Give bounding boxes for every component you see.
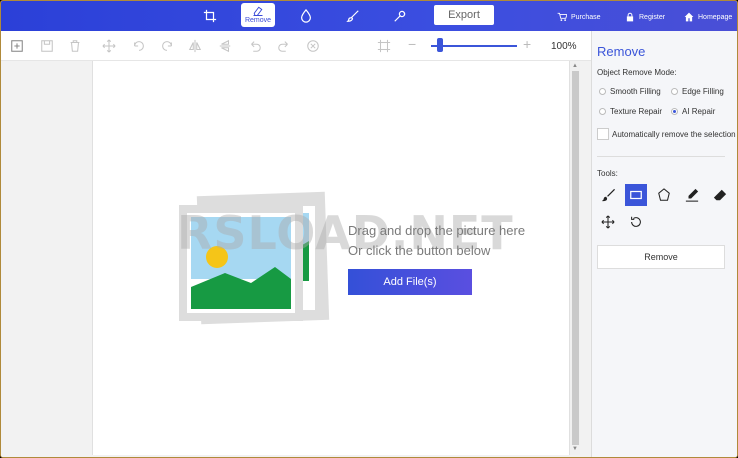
purchase-link[interactable]: Purchase (557, 10, 601, 24)
home-icon (684, 12, 694, 22)
scroll-up-arrow[interactable]: ▲ (571, 62, 579, 70)
rectangle-select-icon (630, 190, 642, 200)
brush-tool-button[interactable] (345, 4, 361, 28)
drop-instruction: Drag and drop the picture here (348, 223, 526, 238)
delete-button[interactable] (68, 39, 82, 53)
export-button[interactable]: Export (434, 5, 494, 25)
drop-sub-instruction: Or click the button below (348, 243, 491, 258)
wand-tool-button[interactable] (392, 4, 408, 28)
reset-selection-tool[interactable] (625, 211, 647, 233)
drop-icon (301, 9, 311, 23)
mode-texture-repair[interactable]: Texture Repair (599, 107, 662, 116)
undo-button[interactable] (248, 39, 262, 53)
eraser-icon (253, 6, 263, 16)
vertical-scrollbar-thumb[interactable] (572, 71, 579, 445)
brush-tool[interactable] (597, 184, 619, 206)
remove-tool-button[interactable]: Remove (241, 3, 275, 27)
tools-label: Tools: (597, 169, 618, 178)
zoom-level: 100% (551, 41, 577, 52)
mode-edge-filling[interactable]: Edge Filling (671, 87, 724, 96)
rotate-left-button[interactable] (132, 39, 146, 53)
add-image-button[interactable] (10, 39, 24, 53)
cart-icon (557, 12, 567, 21)
undo-icon (251, 41, 261, 52)
crop-tool-button[interactable] (201, 4, 219, 28)
remove-button[interactable]: Remove (597, 245, 725, 269)
top-bar: Remove Export Purchase Register Homepage (1, 1, 737, 31)
rotate-right-icon (162, 41, 172, 51)
flip-horizontal-button[interactable] (188, 39, 202, 53)
save-button[interactable] (40, 39, 54, 53)
remove-tool-label: Remove (244, 17, 272, 24)
radio-indicator (599, 88, 606, 95)
lock-icon (626, 12, 634, 22)
eraser-tool[interactable] (709, 184, 731, 206)
mode-ai-repair[interactable]: AI Repair (671, 107, 715, 116)
radio-indicator (671, 88, 678, 95)
move-button[interactable] (102, 39, 116, 53)
rotate-left-icon (134, 41, 144, 51)
flip-vertical-icon (219, 39, 231, 53)
zoom-slider-thumb[interactable] (436, 38, 443, 52)
trash-icon (70, 40, 80, 52)
fit-screen-button[interactable] (377, 39, 391, 53)
panel-divider (597, 156, 725, 157)
auto-remove-checkbox[interactable] (597, 128, 609, 140)
reset-icon (631, 216, 641, 227)
save-icon (41, 40, 53, 52)
brush-icon (346, 10, 359, 22)
radio-indicator (599, 108, 606, 115)
zoom-slider-track[interactable] (431, 45, 517, 47)
smart-brush-tool[interactable] (681, 184, 703, 206)
wrench-icon (394, 10, 406, 22)
redo-button[interactable] (277, 39, 291, 53)
homepage-link[interactable]: Homepage (684, 10, 732, 24)
polygon-lasso-icon (658, 188, 670, 201)
mode-label-texture: Texture Repair (610, 107, 663, 116)
move-icon (102, 39, 116, 53)
fit-screen-icon (377, 39, 391, 53)
register-label: Register (639, 13, 666, 21)
flip-vertical-button[interactable] (218, 39, 232, 53)
redo-icon (278, 41, 288, 52)
purchase-label: Purchase (571, 13, 601, 21)
add-files-button[interactable]: Add File(s) (348, 269, 472, 295)
eraser-icon (713, 189, 727, 201)
app-window: Remove Export Purchase Register Homepage (0, 0, 738, 458)
rectangle-tool[interactable] (625, 184, 647, 206)
close-circle-icon (307, 40, 319, 52)
move-icon (601, 215, 615, 229)
reset-button[interactable] (306, 39, 320, 53)
crop-icon (203, 9, 217, 23)
mode-label-smooth: Smooth Filling (610, 87, 661, 96)
add-file-icon (11, 40, 23, 52)
mode-label: Object Remove Mode: (597, 68, 677, 77)
flip-horizontal-icon (188, 39, 202, 53)
brush-icon (601, 188, 615, 202)
mode-label-ai: AI Repair (682, 107, 716, 116)
radio-indicator (671, 108, 678, 115)
zoom-in-button[interactable]: + (523, 37, 535, 51)
homepage-label: Homepage (698, 13, 733, 21)
zoom-out-button[interactable]: − (408, 37, 420, 51)
mode-smooth-filling[interactable]: Smooth Filling (599, 87, 661, 96)
auto-remove-label: Automatically remove the selection (612, 130, 736, 139)
color-tool-button[interactable] (298, 4, 314, 28)
pen-icon (685, 188, 699, 202)
panel-title: Remove (597, 44, 646, 59)
scroll-down-arrow[interactable]: ▼ (571, 445, 579, 453)
register-link[interactable]: Register (625, 10, 665, 24)
rotate-right-button[interactable] (160, 39, 174, 53)
pan-tool[interactable] (597, 211, 619, 233)
mode-label-edge: Edge Filling (682, 87, 724, 96)
polygon-tool[interactable] (653, 184, 675, 206)
